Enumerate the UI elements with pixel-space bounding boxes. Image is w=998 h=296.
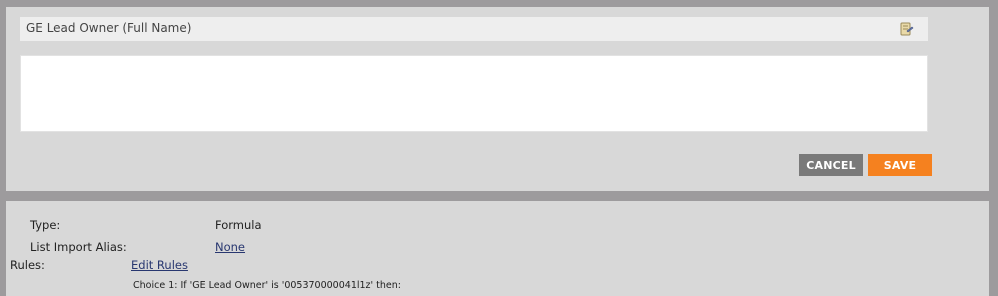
field-name-value: GE Lead Owner (Full Name): [26, 21, 192, 35]
field-details-panel: Type: Formula List Import Alias: None Ru…: [6, 201, 989, 296]
type-value: Formula: [215, 218, 262, 232]
cancel-button[interactable]: CANCEL: [799, 154, 863, 176]
field-name-input[interactable]: GE Lead Owner (Full Name): [20, 17, 928, 41]
type-label: Type:: [30, 218, 61, 232]
token-picker-icon[interactable]: [898, 21, 914, 37]
field-editor-panel: GE Lead Owner (Full Name) CANCEL SAVE: [6, 7, 989, 191]
list-import-alias-link[interactable]: None: [215, 240, 245, 254]
rules-label: Rules:: [10, 258, 45, 272]
rule-choice-text: Choice 1: If 'GE Lead Owner' is '0053700…: [133, 280, 401, 291]
list-import-alias-label: List Import Alias:: [30, 240, 127, 254]
description-textarea[interactable]: [20, 55, 928, 132]
save-button[interactable]: SAVE: [868, 154, 932, 176]
edit-rules-link[interactable]: Edit Rules: [131, 258, 188, 272]
